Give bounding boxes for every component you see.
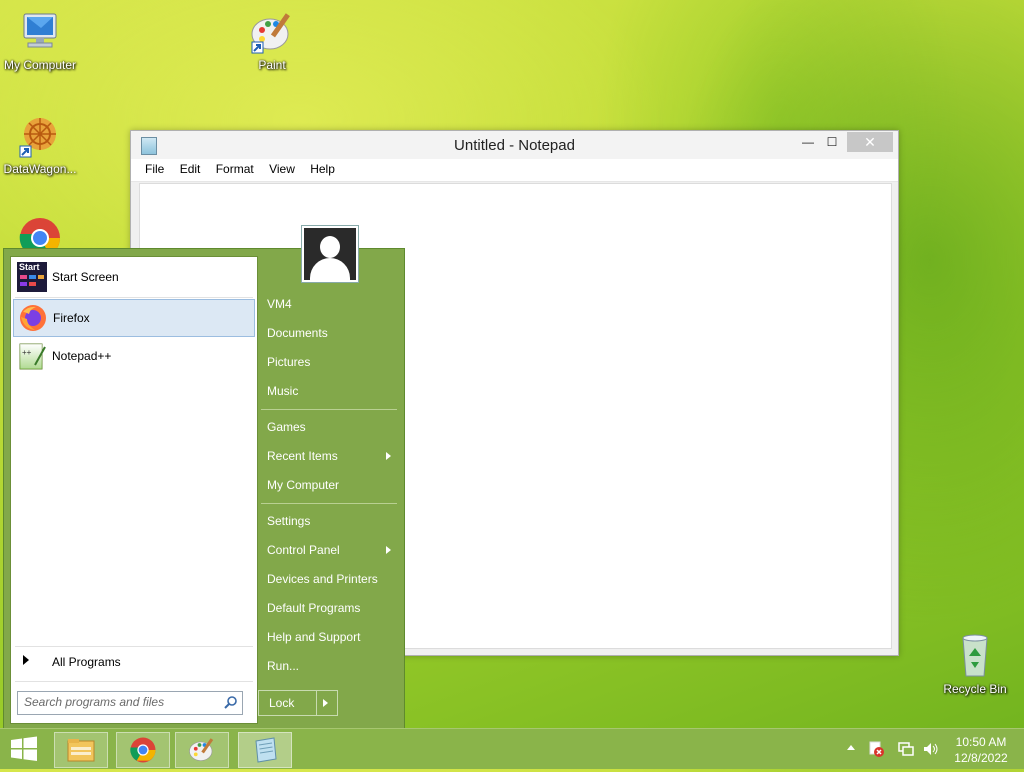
start-right-label: Recent Items (267, 449, 338, 463)
start-item-label: Start Screen (52, 270, 119, 284)
start-right-default-programs[interactable]: Default Programs (259, 595, 399, 621)
start-right-label: Devices and Printers (267, 572, 378, 586)
chevron-right-icon (386, 546, 391, 554)
lock-label: Lock (269, 696, 295, 710)
menu-bar: File Edit Format View Help (131, 159, 898, 182)
start-right-recent-items[interactable]: Recent Items (259, 443, 399, 469)
desktop-icon-label: My Computer (3, 58, 77, 72)
up-arrow-icon[interactable] (846, 741, 856, 755)
start-right-control-panel[interactable]: Control Panel (259, 537, 399, 563)
notepadpp-icon: ++ (17, 341, 47, 371)
all-programs-button[interactable]: All Programs (13, 649, 253, 673)
menu-file[interactable]: File (139, 159, 170, 179)
desktop-icon-label: DataWagon... (3, 162, 77, 176)
divider (15, 646, 253, 647)
taskbar-file-explorer[interactable] (54, 732, 108, 768)
lock-options-arrow-icon[interactable] (323, 699, 328, 707)
menu-format[interactable]: Format (210, 159, 260, 179)
windows-logo-icon (11, 736, 37, 761)
start-right-pictures[interactable]: Pictures (259, 349, 399, 375)
start-right-games[interactable]: Games (259, 414, 399, 440)
volume-icon[interactable] (922, 741, 940, 757)
paint-icon (187, 735, 217, 765)
start-right-label: My Computer (267, 478, 340, 492)
start-right-settings[interactable]: Settings (259, 508, 399, 534)
file-explorer-icon (66, 735, 96, 765)
triangle-right-icon (23, 655, 29, 665)
start-right-user-folder[interactable]: VM4 (259, 291, 399, 317)
taskbar-chrome[interactable] (116, 732, 170, 768)
lock-button[interactable]: Lock (258, 690, 338, 716)
start-item-label: Firefox (53, 311, 90, 325)
divider (15, 297, 253, 298)
taskbar-clock[interactable]: 10:50 AM 12/8/2022 (946, 734, 1016, 766)
start-right-help-support[interactable]: Help and Support (259, 624, 399, 650)
desktop-icon-paint[interactable]: Paint (232, 8, 312, 72)
start-right-label: VM4 (267, 297, 292, 311)
network-icon[interactable] (897, 741, 915, 757)
notepad-titlebar[interactable]: Untitled - Notepad — ☐ ✕ (131, 131, 898, 159)
menu-help[interactable]: Help (304, 159, 341, 179)
divider (15, 681, 253, 682)
start-item-firefox[interactable]: Firefox (13, 299, 255, 337)
start-right-label: Run... (267, 659, 300, 673)
desktop-icon-recycle-bin[interactable]: Recycle Bin (935, 632, 1015, 696)
start-right-run[interactable]: Run... (259, 653, 399, 679)
start-menu: Start Start Screen Firefox ++ Notepad++ … (3, 225, 405, 730)
paint-icon (248, 8, 296, 56)
firefox-icon (18, 303, 48, 333)
search-box[interactable] (17, 691, 243, 715)
taskbar: 10:50 AM 12/8/2022 (0, 728, 1024, 769)
search-icon[interactable] (224, 695, 238, 709)
svg-text:++: ++ (22, 348, 32, 357)
notepad-icon (250, 735, 280, 765)
action-center-icon[interactable] (867, 740, 885, 758)
start-right-label: Games (267, 420, 306, 434)
desktop-icon-my-computer[interactable]: My Computer (0, 8, 80, 72)
start-screen-icon: Start (17, 262, 47, 292)
clock-time: 10:50 AM (955, 735, 1007, 749)
start-right-devices-printers[interactable]: Devices and Printers (259, 566, 399, 592)
divider (261, 409, 397, 410)
recycle-bin-icon (951, 632, 999, 680)
start-menu-programs-pane: Start Start Screen Firefox ++ Notepad++ … (10, 256, 258, 724)
start-right-my-computer[interactable]: My Computer (259, 472, 399, 498)
start-right-label: Documents (267, 326, 328, 340)
clock-date: 12/8/2022 (954, 751, 1008, 765)
start-right-label: Default Programs (267, 601, 361, 615)
start-right-label: Settings (267, 514, 311, 528)
menu-edit[interactable]: Edit (174, 159, 207, 179)
start-button[interactable] (0, 729, 48, 769)
start-right-label: Music (267, 384, 299, 398)
chrome-icon (128, 735, 158, 765)
taskbar-paint[interactable] (175, 732, 229, 768)
window-title: Untitled - Notepad (454, 137, 575, 154)
start-tile-text: Start (19, 262, 40, 272)
divider (261, 503, 397, 504)
menu-view[interactable]: View (263, 159, 301, 179)
taskbar-notepad[interactable] (238, 732, 292, 768)
start-right-label: Pictures (267, 355, 311, 369)
user-avatar[interactable] (301, 225, 359, 283)
divider (316, 691, 317, 715)
desktop-icon-datawagon[interactable]: DataWagon... (0, 112, 80, 176)
desktop-icon-label: Recycle Bin (943, 682, 1007, 696)
search-input[interactable] (18, 692, 220, 712)
start-right-label: Control Panel (267, 543, 340, 557)
start-item-notepadpp[interactable]: ++ Notepad++ (13, 338, 253, 374)
datawagon-icon (16, 112, 64, 160)
desktop-icon-label: Paint (258, 58, 286, 72)
start-right-documents[interactable]: Documents (259, 320, 399, 346)
start-right-label: Help and Support (267, 630, 361, 644)
computer-icon (16, 8, 64, 56)
start-right-music[interactable]: Music (259, 378, 399, 404)
chevron-right-icon (386, 452, 391, 460)
start-item-label: Notepad++ (52, 349, 112, 363)
close-button[interactable]: ✕ (847, 132, 893, 152)
all-programs-label: All Programs (52, 655, 121, 669)
start-item-start-screen[interactable]: Start Start Screen (13, 259, 253, 295)
